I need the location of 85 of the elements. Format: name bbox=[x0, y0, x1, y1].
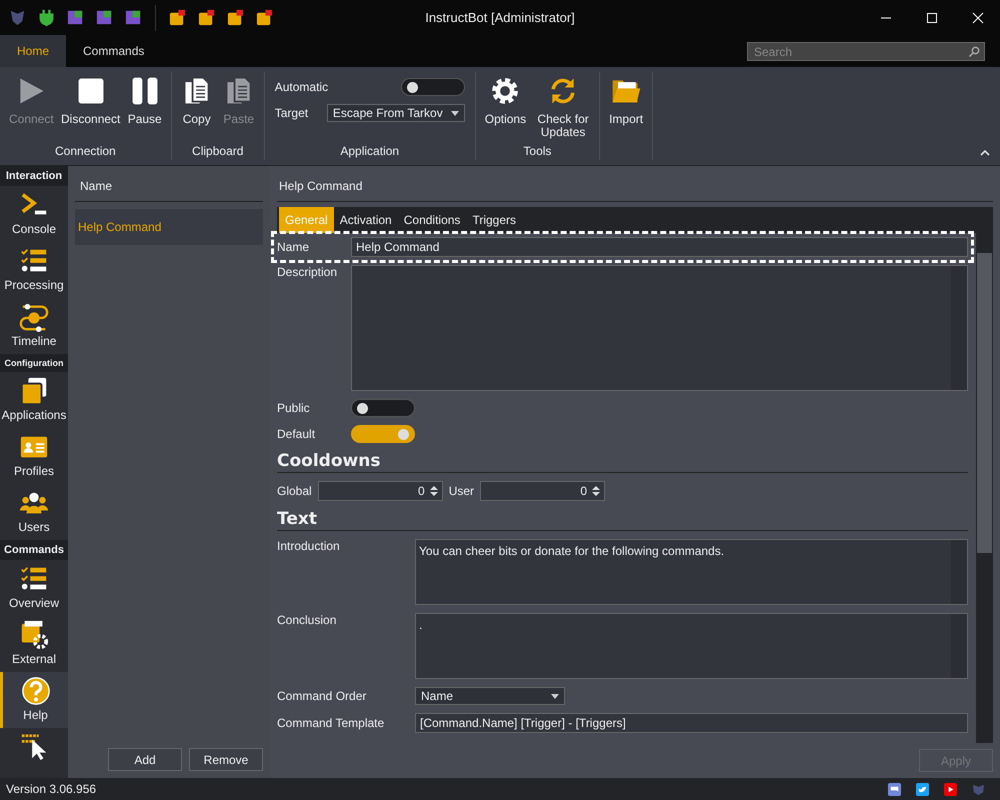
command-template-field[interactable]: [Command.Name] [Trigger] - [Triggers] bbox=[415, 713, 968, 733]
field-label: Command Order bbox=[277, 689, 368, 703]
field-label: User bbox=[448, 484, 474, 498]
maximize-icon[interactable] bbox=[926, 12, 938, 24]
conclusion-field[interactable]: . bbox=[415, 613, 968, 679]
badge-icon[interactable] bbox=[66, 8, 85, 27]
collapse-icon[interactable] bbox=[980, 150, 990, 156]
sidebar-item[interactable]: Timeline bbox=[0, 298, 68, 354]
badge-icon[interactable] bbox=[124, 8, 143, 27]
play-icon[interactable] bbox=[944, 782, 957, 796]
sidebar-header: Configuration bbox=[0, 354, 68, 372]
target-label: Target bbox=[274, 106, 308, 120]
detail-tab[interactable]: Triggers bbox=[466, 207, 522, 233]
toggle-switch[interactable] bbox=[351, 399, 415, 417]
chat-icon[interactable] bbox=[888, 782, 901, 796]
group-label: Application bbox=[340, 144, 400, 160]
window-title: InstructBot [Administrator] bbox=[425, 10, 575, 25]
search-icon bbox=[968, 46, 980, 58]
field-label: Default bbox=[277, 427, 316, 441]
command-order-dropdown[interactable]: Name bbox=[415, 687, 565, 705]
help-icon bbox=[20, 676, 50, 706]
section-heading: Cooldowns bbox=[277, 451, 968, 473]
group-label: Tools bbox=[523, 144, 552, 160]
textarea-scrollbar[interactable] bbox=[951, 614, 967, 678]
field-label: Introduction bbox=[277, 539, 341, 553]
sidebar-header: Commands bbox=[0, 540, 68, 560]
caret-icon bbox=[450, 110, 459, 116]
ribbon-tab[interactable]: Home bbox=[0, 35, 66, 67]
section-heading: Text bbox=[277, 509, 968, 531]
group-label: Clipboard bbox=[192, 144, 244, 160]
textarea-scrollbar[interactable] bbox=[951, 266, 967, 390]
list-button[interactable]: Remove bbox=[189, 748, 263, 771]
sidebar-item[interactable]: External bbox=[0, 616, 68, 672]
bird-icon[interactable] bbox=[916, 782, 929, 796]
toggle-switch[interactable] bbox=[400, 78, 465, 96]
timeline-icon bbox=[19, 302, 49, 332]
spinner-icon[interactable] bbox=[430, 485, 438, 497]
search-field[interactable]: Search bbox=[747, 42, 985, 61]
field-label: Name bbox=[277, 240, 310, 254]
global-cooldown-field[interactable]: 0 bbox=[318, 481, 443, 501]
list-item[interactable]: Help Command bbox=[75, 209, 263, 245]
field-label: Conclusion bbox=[277, 613, 338, 627]
plug-icon[interactable] bbox=[37, 8, 56, 27]
scrollbar[interactable] bbox=[976, 233, 993, 743]
detail-title: Help Command bbox=[277, 166, 993, 202]
ribbon-button[interactable]: Import bbox=[605, 72, 648, 126]
automatic-label: Automatic bbox=[274, 80, 328, 94]
spinner-icon[interactable] bbox=[592, 485, 600, 497]
ribbon-button[interactable]: Disconnect bbox=[60, 72, 122, 126]
input-icon bbox=[19, 732, 49, 762]
field-label: Global bbox=[277, 484, 312, 498]
group-label: Connection bbox=[55, 144, 116, 160]
target-dropdown[interactable]: Escape From Tarkov bbox=[326, 104, 465, 122]
ribbon-button[interactable]: Copy bbox=[176, 72, 217, 126]
textarea-scrollbar[interactable] bbox=[951, 540, 967, 604]
column-header: Name bbox=[75, 166, 263, 202]
field-label: Command Template bbox=[277, 716, 386, 730]
sidebar-item[interactable]: Profiles bbox=[0, 428, 68, 484]
sidebar-item[interactable]: Processing bbox=[0, 242, 68, 298]
field-label: Description bbox=[277, 265, 338, 279]
ribbon-button[interactable]: Check for Updates bbox=[532, 72, 594, 139]
user-cooldown-field[interactable]: 0 bbox=[480, 481, 606, 501]
version-text: Version 3.06.956 bbox=[6, 782, 96, 796]
detail-tab[interactable]: Activation bbox=[334, 207, 398, 233]
ribbon-button[interactable]: Pause bbox=[124, 72, 166, 126]
external-icon bbox=[19, 620, 49, 650]
ribbon-button[interactable]: Options bbox=[480, 72, 530, 126]
toggle-switch[interactable] bbox=[351, 425, 415, 443]
detail-tab[interactable]: Conditions bbox=[398, 207, 466, 233]
description-field[interactable] bbox=[351, 265, 968, 391]
badge-icon[interactable] bbox=[95, 8, 114, 27]
sidebar-item[interactable]: Console bbox=[0, 186, 68, 242]
sidebar-item[interactable]: Help bbox=[0, 672, 68, 728]
introduction-field[interactable]: You can cheer bits or donate for the following commands. bbox=[415, 539, 968, 605]
name-field[interactable]: Help Command bbox=[351, 237, 968, 257]
sidebar-item[interactable]: Applications bbox=[0, 372, 68, 428]
sidebar-item[interactable]: Users bbox=[0, 484, 68, 540]
ribbon-tab[interactable]: Commands bbox=[66, 35, 162, 67]
close-icon[interactable] bbox=[972, 12, 984, 24]
sidebar-item[interactable]: Overview bbox=[0, 560, 68, 616]
list-button[interactable]: Add bbox=[108, 748, 182, 771]
field-label: Public bbox=[277, 401, 311, 415]
shield-icon[interactable] bbox=[8, 8, 27, 27]
caret-icon bbox=[551, 694, 559, 698]
sidebar-header: Interaction bbox=[0, 166, 68, 186]
